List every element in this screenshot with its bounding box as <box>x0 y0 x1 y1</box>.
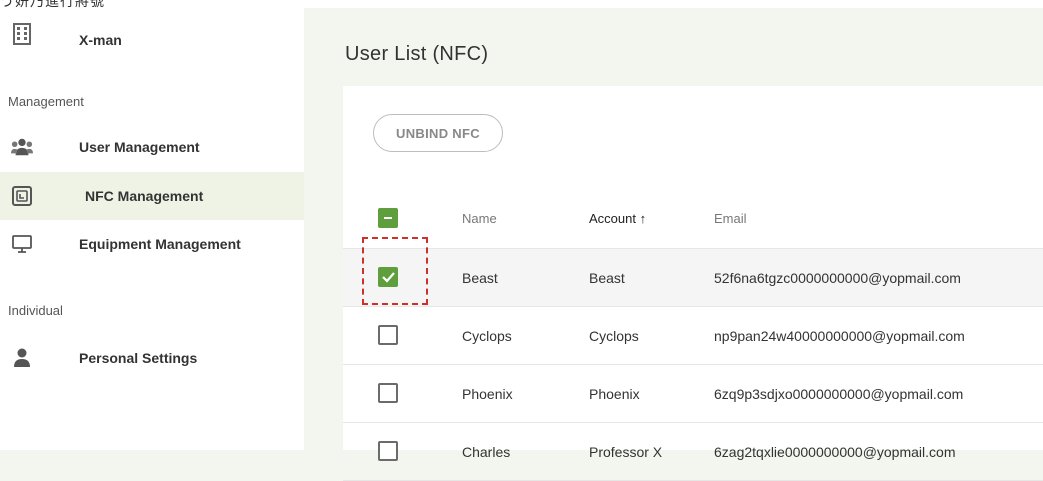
column-header-account[interactable]: Account ↑ <box>589 211 646 226</box>
org-name: X-man <box>79 32 122 48</box>
nfc-icon <box>11 185 33 207</box>
sidebar-item-user-management[interactable]: User Management <box>0 123 304 171</box>
cell-email: 6zq9p3sdjxo0000000000@yopmail.com <box>714 386 964 402</box>
users-icon <box>11 136 33 158</box>
cell-email: 6zag2tqxlie0000000000@yopmail.com <box>714 444 956 460</box>
cell-account: Phoenix <box>589 386 640 402</box>
section-individual: Individual <box>8 303 63 318</box>
sidebar-item-personal-settings[interactable]: Personal Settings <box>0 334 304 382</box>
sidebar: X-man Management User Management NFC Man… <box>0 8 304 450</box>
table-row[interactable]: Beast Beast 52f6na6tgzc0000000000@yopmai… <box>343 249 1043 307</box>
monitor-icon <box>11 233 33 255</box>
section-management: Management <box>8 94 84 109</box>
column-header-name[interactable]: Name <box>462 211 497 226</box>
building-icon <box>11 23 33 45</box>
cell-email: np9pan24w40000000000@yopmail.com <box>714 328 965 344</box>
table-row[interactable]: Charles Professor X 6zag2tqxlie000000000… <box>343 423 1043 481</box>
highlight-annotation-box <box>362 237 428 305</box>
sidebar-item-label: NFC Management <box>85 188 204 204</box>
table-header: Name Account ↑ Email <box>343 190 1043 249</box>
sidebar-item-nfc-management[interactable]: NFC Management <box>0 172 304 220</box>
row-checkbox[interactable] <box>378 383 398 403</box>
cell-account: Professor X <box>589 444 663 460</box>
user-icon <box>11 347 33 369</box>
top-cropped-text: う妍乃進行將號 <box>0 0 105 8</box>
cell-name: Beast <box>462 270 498 286</box>
table-row[interactable]: Phoenix Phoenix 6zq9p3sdjxo0000000000@yo… <box>343 365 1043 423</box>
cell-account: Beast <box>589 270 625 286</box>
table-row[interactable]: Cyclops Cyclops np9pan24w40000000000@yop… <box>343 307 1043 365</box>
unbind-nfc-button[interactable]: UNBIND NFC <box>373 114 503 152</box>
cell-name: Phoenix <box>462 386 513 402</box>
org-header: X-man <box>0 18 304 66</box>
cell-name: Cyclops <box>462 328 512 344</box>
select-all-checkbox[interactable] <box>378 208 398 228</box>
page-title: User List (NFC) <box>345 43 489 65</box>
column-header-email[interactable]: Email <box>714 211 747 226</box>
cell-email: 52f6na6tgzc0000000000@yopmail.com <box>714 270 961 286</box>
sidebar-item-equipment-management[interactable]: Equipment Management <box>0 220 304 268</box>
sidebar-item-label: Equipment Management <box>79 236 241 252</box>
cell-account: Cyclops <box>589 328 639 344</box>
sidebar-item-label: Personal Settings <box>79 350 198 366</box>
user-list-panel: UNBIND NFC Name Account ↑ Email Beast Be… <box>343 86 1043 481</box>
cell-name: Charles <box>462 444 511 460</box>
top-cropped-strip: う妍乃進行將號 <box>0 0 1043 8</box>
row-checkbox[interactable] <box>378 441 398 461</box>
row-checkbox[interactable] <box>378 325 398 345</box>
sidebar-item-label: User Management <box>79 139 200 155</box>
